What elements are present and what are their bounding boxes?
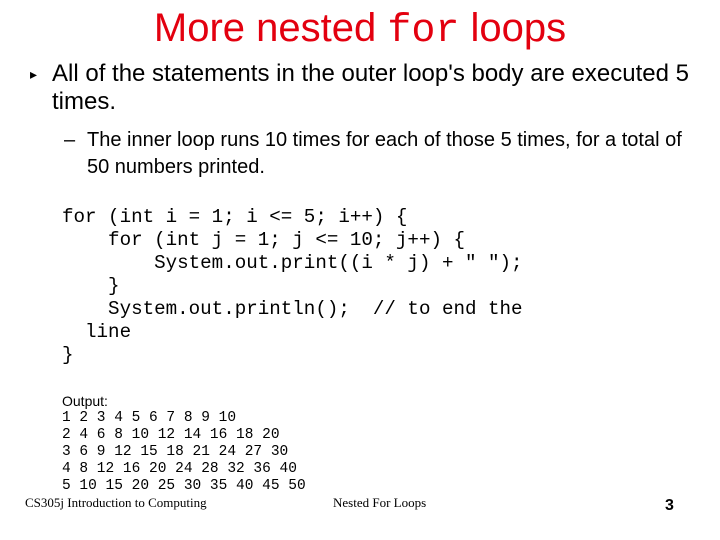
output-label: Output: [62,393,108,409]
code-block: for (int i = 1; i <= 5; i++) { for (int … [62,206,523,366]
footer-course: CS305j Introduction to Computing [25,495,207,510]
dash-bullet-icon: – [64,129,76,151]
bullet-level-1: ▸ All of the statements in the outer loo… [30,60,700,116]
triangle-bullet-icon: ▸ [30,66,38,82]
page-number: 3 [665,497,674,514]
bullet-text: All of the statements in the outer loop'… [52,60,689,115]
output-lines: 1 2 3 4 5 6 7 8 9 10 2 4 6 8 10 12 14 16… [62,410,306,494]
footer-topic: Nested For Loops [333,495,427,510]
output-block: Output: 1 2 3 4 5 6 7 8 9 10 2 4 6 8 10 … [62,393,306,495]
title-prefix: More nested [153,6,388,50]
sub-bullet-text: The inner loop runs 10 times for each of… [87,129,682,178]
title-code-keyword: for [387,9,460,54]
title-suffix: loops [459,6,567,50]
bullet-level-2: – The inner loop runs 10 times for each … [64,127,704,181]
slide-title: More nested for loops [0,4,720,56]
